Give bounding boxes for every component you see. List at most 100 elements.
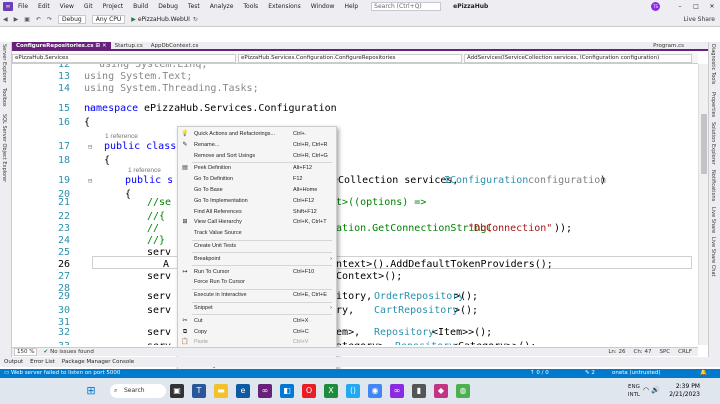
pending-changes[interactable]: ✎ 2 — [585, 369, 595, 378]
whitespace-indicator[interactable]: SPC — [659, 349, 670, 355]
context-menu-item-go-to-base[interactable]: Go To Base Alt+Home — [178, 185, 336, 195]
platform-dropdown[interactable]: Any CPU — [91, 15, 126, 24]
wifi-icon[interactable]: ◠ 🔊 — [643, 386, 660, 394]
menu-git[interactable]: Git — [82, 3, 95, 10]
toolbox-tab[interactable]: Toolbox — [1, 88, 7, 107]
context-menu-item-force-run-to-cursor[interactable]: Force Run To Cursor — [178, 277, 336, 287]
vertical-scrollbar[interactable] — [698, 64, 708, 345]
task-view-icon[interactable]: ▣ — [170, 384, 184, 398]
context-menu-item-quick-actions-and-refactorings[interactable]: 💡 Quick Actions and Refactorings... Ctrl+. — [178, 129, 336, 139]
code-editor[interactable]: 12 using System.Linq; 13 using System.Text;… — [12, 64, 698, 345]
notifications-tab[interactable]: Notifications — [710, 170, 716, 201]
minimize-icon[interactable]: – — [672, 0, 688, 13]
context-menu-item-find-all-references[interactable]: Find All References Shift+F12 — [178, 207, 336, 217]
menu-test[interactable]: Test — [186, 3, 202, 10]
solution-explorer-tab[interactable]: Solution Explorer — [710, 122, 716, 165]
context-menu-item-paste[interactable]: 📋 Paste Ctrl+V — [178, 337, 336, 347]
context-menu-item-cut[interactable]: ✂ Cut Ctrl+X — [178, 316, 336, 326]
tab-app-db-context[interactable]: AppDbContext.cs — [147, 42, 203, 51]
tab-output[interactable]: Output — [4, 359, 23, 365]
close-tab-icon[interactable]: ✕ — [102, 43, 107, 49]
menu-edit[interactable]: Edit — [36, 3, 52, 10]
tab-startup[interactable]: Startup.cs — [111, 42, 147, 51]
live-share-button[interactable]: Live Share — [684, 16, 715, 23]
pin-icon[interactable]: ⊞ — [96, 43, 101, 49]
vscode-icon[interactable]: ⟨⟩ — [346, 384, 360, 398]
zoom-level[interactable]: 150 % — [14, 348, 38, 356]
menu-analyze[interactable]: Analyze — [208, 3, 236, 10]
context-menu-item-create-unit-tests[interactable]: Create Unit Tests — [178, 241, 336, 251]
context-menu-item-breakpoint[interactable]: Breakpoint › — [178, 254, 336, 264]
language-indicator[interactable]: ENG INTL — [628, 383, 640, 399]
menu-extensions[interactable]: Extensions — [266, 3, 303, 10]
class-dropdown[interactable]: ePizzaHub.Services.Configuration.Configu… — [238, 53, 462, 63]
teams-icon[interactable]: T — [192, 384, 206, 398]
scrollbar-thumb[interactable] — [701, 114, 707, 174]
context-menu-item-run-to-cursor[interactable]: ↦ Run To Cursor Ctrl+F10 — [178, 267, 336, 277]
live-share-chat-tab[interactable]: Live Share Chat — [710, 237, 716, 277]
menu-project[interactable]: Project — [101, 3, 126, 10]
line-indicator[interactable]: Ln: 26 — [608, 349, 625, 355]
context-menu-item-view-call-hierarchy[interactable]: ⊞ View Call Hierarchy Ctrl+K, Ctrl+T — [178, 217, 336, 227]
menu-tools[interactable]: Tools — [241, 3, 260, 10]
opera-icon[interactable]: O — [302, 384, 316, 398]
fold-toggle-icon[interactable]: ⊟ — [88, 140, 92, 154]
repository-name[interactable]: oneta (untrusted) — [612, 369, 661, 378]
menu-debug[interactable]: Debug — [156, 3, 180, 10]
server-explorer-tab[interactable]: Server Explorer — [1, 44, 7, 83]
menu-window[interactable]: Window — [309, 3, 337, 10]
context-menu-item-go-to-definition[interactable]: Go To Definition F12 — [178, 174, 336, 184]
context-menu-item-track-value-source[interactable]: Track Value Source — [178, 228, 336, 238]
close-icon[interactable]: ✕ — [704, 0, 720, 13]
menu-help[interactable]: Help — [342, 3, 360, 10]
live-share-tab[interactable]: Live Share — [710, 207, 716, 233]
app-icon[interactable]: ◆ — [434, 384, 448, 398]
save-icon[interactable]: ▣ — [21, 16, 33, 23]
edge-icon[interactable]: e — [236, 384, 250, 398]
configuration-dropdown[interactable]: Debug — [57, 15, 86, 24]
fold-toggle-icon[interactable]: ⊟ — [88, 174, 92, 188]
undo-icon[interactable]: ↶ — [33, 16, 44, 23]
chrome-icon[interactable]: ◉ — [368, 384, 382, 398]
bell-icon[interactable]: 🔔 — [700, 369, 707, 378]
menu-file[interactable]: File — [16, 3, 30, 10]
line-ending-indicator[interactable]: CRLF — [678, 349, 692, 355]
sql-server-object-explorer-tab[interactable]: SQL Server Object Explorer — [1, 114, 7, 182]
app-green-icon[interactable]: ◍ — [456, 384, 470, 398]
tab-program[interactable]: Program.cs — [649, 42, 688, 51]
diagnostic-tools-tab[interactable]: Diagnostic Tools — [710, 44, 716, 84]
store-icon[interactable]: ◧ — [280, 384, 294, 398]
tab-package-manager-console[interactable]: Package Manager Console — [62, 359, 134, 365]
visual-studio-icon[interactable]: ∞ — [258, 384, 272, 398]
tab-configure-repositories[interactable]: ConfigureRepositories.cs ⊞ ✕ — [12, 42, 111, 51]
avatar[interactable]: TS — [651, 2, 660, 11]
maximize-icon[interactable]: □ — [688, 0, 704, 13]
properties-tab[interactable]: Properties — [710, 92, 716, 117]
git-arrows[interactable]: ↑ 0 / 0 — [530, 369, 549, 378]
clock[interactable]: 2:39 PM 2/21/2023 — [669, 383, 700, 399]
run-button[interactable]: ▶ ePizzaHub.WebUI — [131, 16, 190, 23]
start-icon[interactable]: ⊞ — [84, 384, 98, 398]
menu-view[interactable]: View — [58, 3, 76, 10]
vs-preview-icon[interactable]: ∞ — [390, 384, 404, 398]
file-explorer-icon[interactable]: ▬ — [214, 384, 228, 398]
redo-icon[interactable]: ↷ — [44, 16, 55, 23]
context-menu-item-peek-definition[interactable]: ▤ Peek Definition Alt+F12 — [178, 163, 336, 173]
context-menu-item-snippet[interactable]: Snippet › — [178, 303, 336, 313]
context-menu-item-rename[interactable]: ✎ Rename... Ctrl+R, Ctrl+R — [178, 140, 336, 150]
search-input[interactable]: Search (Ctrl+Q) — [371, 2, 442, 11]
context-menu-item-remove-and-sort-usings[interactable]: Remove and Sort Usings Ctrl+R, Ctrl+G — [178, 151, 336, 161]
issues-status[interactable]: No issues found — [50, 349, 94, 355]
context-menu-item-go-to-implementation[interactable]: Go To Implementation Ctrl+F12 — [178, 196, 336, 206]
context-menu-item-copy[interactable]: ⧉ Copy Ctrl+C — [178, 327, 336, 337]
tab-error-list[interactable]: Error List — [30, 359, 55, 365]
project-dropdown[interactable]: ePizzaHub.Services — [12, 53, 236, 63]
excel-icon[interactable]: X — [324, 384, 338, 398]
context-menu-item-execute-in-interactive[interactable]: Execute in Interactive Ctrl+E, Ctrl+E — [178, 290, 336, 300]
back-icon[interactable]: ◀ — [0, 16, 11, 23]
terminal-icon[interactable]: ▮ — [412, 384, 426, 398]
menu-build[interactable]: Build — [131, 3, 150, 10]
taskbar-search[interactable]: ⌕ Search — [110, 384, 166, 398]
forward-icon[interactable]: ▶ — [11, 16, 22, 23]
refresh-icon[interactable]: ↻ — [190, 16, 201, 23]
